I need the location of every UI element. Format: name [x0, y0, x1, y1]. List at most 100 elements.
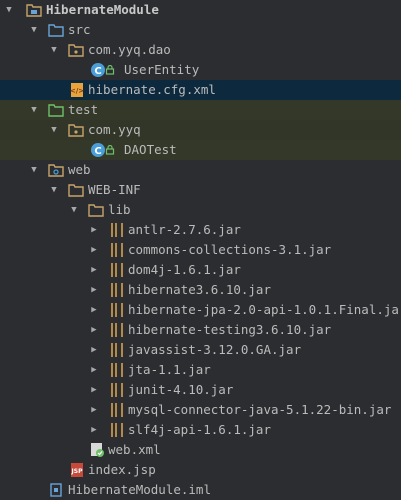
- tree-item-web[interactable]: ▼ web: [0, 160, 401, 180]
- web-inf-label: WEB-INF: [88, 182, 141, 197]
- jar-label: slf4j-api-1.6.1.jar: [128, 422, 271, 437]
- folder-icon: [68, 184, 84, 197]
- jar-label: hibernate3.6.10.jar: [128, 282, 271, 297]
- chevron-right-icon[interactable]: ▶: [89, 220, 99, 240]
- web-label: web: [68, 162, 91, 177]
- jar-label: javassist-3.12.0.GA.jar: [128, 342, 302, 357]
- jsp-file-icon: JSP: [71, 463, 84, 477]
- test-package-label: com.yyq: [88, 122, 141, 137]
- chevron-down-icon[interactable]: ▼: [29, 160, 39, 180]
- user-entity-label: UserEntity: [124, 62, 200, 77]
- chevron-right-icon[interactable]: ▶: [89, 260, 99, 280]
- chevron-down-icon[interactable]: ▼: [69, 200, 79, 220]
- chevron-right-icon[interactable]: ▶: [89, 400, 99, 420]
- chevron-down-icon[interactable]: ▼: [29, 20, 39, 40]
- tree-item-jar[interactable]: ▶ mysql-connector-java-5.1.22-bin.jar: [0, 400, 401, 420]
- tree-item-src[interactable]: ▼ src: [0, 20, 401, 40]
- jar-label: commons-collections-3.1.jar: [128, 242, 332, 257]
- chevron-down-icon[interactable]: ▼: [29, 100, 39, 120]
- jar-icon: [111, 423, 123, 437]
- chevron-down-icon[interactable]: ▼: [49, 120, 59, 140]
- dao-package-label: com.yyq.dao: [88, 42, 171, 57]
- iml-file-icon: [50, 483, 62, 497]
- tree-item-jar[interactable]: ▶ dom4j-1.6.1.jar: [0, 260, 401, 280]
- chevron-right-icon[interactable]: ▶: [89, 360, 99, 380]
- test-label: test: [68, 102, 99, 117]
- tree-item-jar[interactable]: ▶ antlr-2.7.6.jar: [0, 220, 401, 240]
- tree-item-jar[interactable]: ▶ commons-collections-3.1.jar: [0, 240, 401, 260]
- jar-icon: [111, 343, 123, 357]
- jar-icon: [111, 303, 123, 317]
- tree-item-jar[interactable]: ▶ hibernate3.6.10.jar: [0, 280, 401, 300]
- jar-icon: [111, 243, 123, 257]
- index-jsp-label: index.jsp: [88, 462, 156, 477]
- src-label: src: [68, 22, 91, 37]
- chevron-right-icon[interactable]: ▶: [89, 280, 99, 300]
- tree-item-jar[interactable]: ▶ jta-1.1.jar: [0, 360, 401, 380]
- jar-label: junit-4.10.jar: [128, 382, 234, 397]
- jar-icon: [111, 283, 123, 297]
- project-tree: ▼ HibernateModule ▼ src ▼ com.yyq.dao C: [0, 0, 401, 500]
- lock-icon: [105, 65, 115, 75]
- web-xml-icon: [91, 443, 104, 457]
- module-folder-icon: [26, 4, 42, 17]
- chevron-right-icon[interactable]: ▶: [89, 240, 99, 260]
- jar-label: hibernate-jpa-2.0-api-1.0.1.Final.jar: [128, 302, 401, 317]
- tree-item-jar[interactable]: ▶ slf4j-api-1.6.1.jar: [0, 420, 401, 440]
- web-folder-icon: [48, 164, 64, 177]
- tree-item-jar[interactable]: ▶ hibernate-jpa-2.0-api-1.0.1.Final.jar: [0, 300, 401, 320]
- tree-item-jar[interactable]: ▶ javassist-3.12.0.GA.jar: [0, 340, 401, 360]
- tree-item-module[interactable]: ▼ HibernateModule: [0, 0, 401, 20]
- lib-label: lib: [108, 202, 131, 217]
- tree-item-index-jsp[interactable]: JSP index.jsp: [0, 460, 401, 480]
- package-icon: [68, 44, 84, 57]
- class-icon: C: [91, 63, 105, 77]
- dao-test-label: DAOTest: [124, 142, 177, 157]
- tree-item-lib[interactable]: ▼ lib: [0, 200, 401, 220]
- jar-icon: [111, 223, 123, 237]
- chevron-down-icon[interactable]: ▼: [4, 0, 14, 20]
- jar-label: mysql-connector-java-5.1.22-bin.jar: [128, 402, 392, 417]
- web-xml-label: web.xml: [108, 442, 161, 457]
- tree-item-user-entity[interactable]: C UserEntity: [0, 60, 401, 80]
- tree-item-web-xml[interactable]: web.xml: [0, 440, 401, 460]
- jar-icon: [111, 263, 123, 277]
- jar-label: hibernate-testing3.6.10.jar: [128, 322, 332, 337]
- package-icon: [68, 124, 84, 137]
- jar-icon: [111, 383, 123, 397]
- jar-label: antlr-2.7.6.jar: [128, 222, 241, 237]
- svg-text:C: C: [94, 146, 101, 157]
- test-class-icon: C: [91, 143, 105, 157]
- cfg-xml-label: hibernate.cfg.xml: [88, 82, 216, 97]
- tree-item-jar[interactable]: ▶ junit-4.10.jar: [0, 380, 401, 400]
- tree-item-cfg-xml[interactable]: </> hibernate.cfg.xml: [0, 80, 401, 100]
- jar-icon: [111, 323, 123, 337]
- tree-item-test[interactable]: ▼ test: [0, 100, 401, 120]
- module-label: HibernateModule: [46, 2, 159, 17]
- chevron-down-icon[interactable]: ▼: [49, 40, 59, 60]
- chevron-down-icon[interactable]: ▼: [49, 180, 59, 200]
- chevron-right-icon[interactable]: ▶: [89, 380, 99, 400]
- chevron-right-icon[interactable]: ▶: [89, 340, 99, 360]
- jar-icon: [111, 403, 123, 417]
- tree-item-jar[interactable]: ▶ hibernate-testing3.6.10.jar: [0, 320, 401, 340]
- tree-item-dao-package[interactable]: ▼ com.yyq.dao: [0, 40, 401, 60]
- jar-label: dom4j-1.6.1.jar: [128, 262, 241, 277]
- svg-text:</>: </>: [70, 87, 84, 95]
- iml-label: HibernateModule.iml: [68, 482, 211, 497]
- jar-label: jta-1.1.jar: [128, 362, 211, 377]
- svg-text:JSP: JSP: [71, 468, 84, 475]
- chevron-right-icon[interactable]: ▶: [89, 320, 99, 340]
- jar-icon: [111, 363, 123, 377]
- xml-file-icon: </>: [70, 83, 84, 97]
- folder-icon: [88, 204, 104, 217]
- lock-icon: [105, 145, 115, 155]
- tree-item-iml[interactable]: HibernateModule.iml: [0, 480, 401, 500]
- tree-item-test-package[interactable]: ▼ com.yyq: [0, 120, 401, 140]
- chevron-right-icon[interactable]: ▶: [89, 300, 99, 320]
- tree-item-dao-test[interactable]: C DAOTest: [0, 140, 401, 160]
- test-folder-icon: [48, 104, 64, 117]
- tree-item-web-inf[interactable]: ▼ WEB-INF: [0, 180, 401, 200]
- chevron-right-icon[interactable]: ▶: [89, 420, 99, 440]
- source-folder-icon: [48, 24, 64, 37]
